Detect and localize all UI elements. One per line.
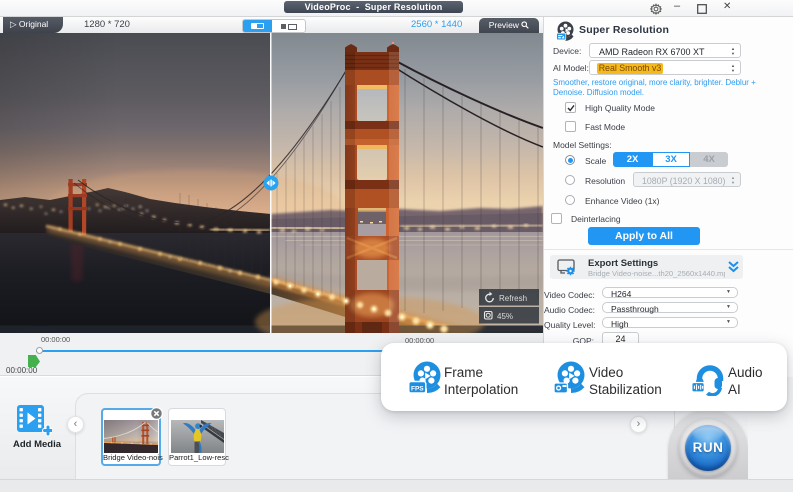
svg-text:Refresh: Refresh	[499, 294, 527, 303]
svg-text:FPS: FPS	[411, 385, 424, 392]
svg-text:45%: 45%	[497, 312, 513, 321]
